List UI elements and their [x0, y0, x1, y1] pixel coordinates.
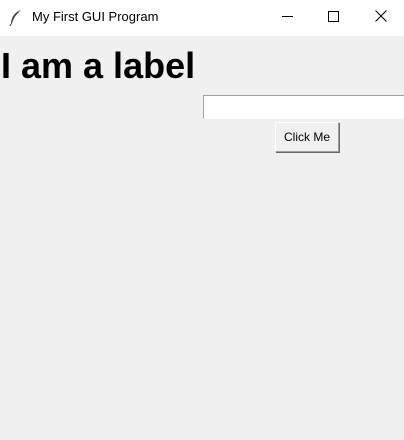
- main-label: I am a label: [1, 45, 196, 86]
- maximize-button[interactable]: [310, 0, 356, 36]
- minimize-button[interactable]: [264, 0, 310, 36]
- title-bar[interactable]: My First GUI Program: [0, 0, 404, 36]
- close-icon: [375, 9, 387, 27]
- window-title: My First GUI Program: [32, 9, 159, 24]
- app-window: My First GUI Program I am a label Click …: [0, 0, 404, 440]
- minimize-icon: [281, 9, 293, 27]
- maximize-icon: [327, 9, 339, 27]
- close-button[interactable]: [358, 0, 404, 36]
- text-entry[interactable]: [203, 95, 404, 119]
- feather-icon: [9, 10, 23, 27]
- click-me-button[interactable]: Click Me: [275, 122, 339, 152]
- window-client-area: I am a label Click Me: [0, 36, 404, 440]
